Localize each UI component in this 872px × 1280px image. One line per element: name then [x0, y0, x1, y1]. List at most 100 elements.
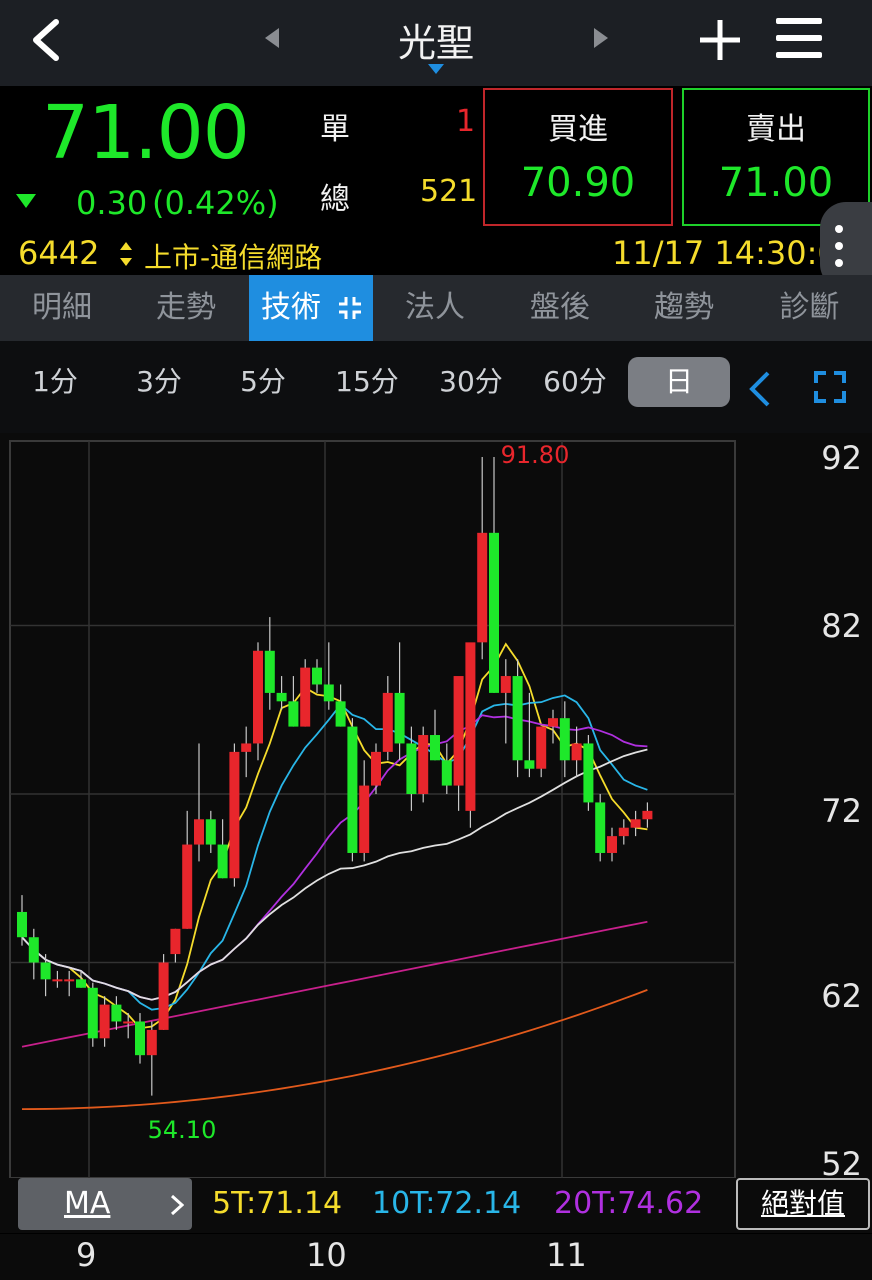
candle-body: [512, 676, 523, 761]
candle-body: [430, 735, 440, 761]
y-tick-label: 62: [821, 977, 862, 1015]
chevron-right-icon: [170, 1194, 184, 1216]
period-1min[interactable]: 1分: [10, 341, 100, 423]
sell-label: 賣出: [746, 112, 806, 147]
x-label-month-11: 11: [546, 1236, 587, 1274]
candle-body: [559, 718, 570, 761]
period-day[interactable]: 日: [628, 357, 730, 407]
high-price-label: 91.80: [501, 441, 570, 469]
total-volume-value: 521: [420, 174, 478, 209]
period-30min[interactable]: 30分: [426, 341, 516, 423]
y-tick-label: 82: [821, 607, 862, 645]
triangle-right-icon[interactable]: [592, 28, 608, 48]
candle-body: [241, 743, 252, 752]
chevron-left-icon[interactable]: [748, 371, 772, 407]
more-vertical-icon[interactable]: [834, 224, 844, 268]
y-tick-label: 72: [821, 792, 862, 830]
candle-body: [382, 692, 393, 752]
top-bar: 光聖: [0, 0, 872, 86]
tab-diagnosis[interactable]: 診斷: [747, 275, 872, 341]
price-change-pct: (0.42%): [152, 184, 279, 222]
ma-button[interactable]: MA: [18, 1178, 192, 1230]
candle-body: [135, 1021, 145, 1056]
tab-trend[interactable]: 走勢: [124, 275, 248, 341]
candle-body: [253, 650, 263, 744]
settings-grid-icon[interactable]: [337, 295, 363, 321]
candlesticks: [17, 457, 653, 1096]
candle-body: [477, 532, 488, 643]
candle-body: [406, 743, 417, 794]
single-volume-value: 1: [456, 104, 476, 139]
down-arrow-icon: [16, 194, 36, 208]
candle-body: [158, 962, 169, 1030]
candle-body: [630, 819, 641, 828]
tab-tendency[interactable]: 趨勢: [622, 275, 746, 341]
tab-after-hours[interactable]: 盤後: [498, 275, 622, 341]
candle-body: [489, 532, 499, 693]
tab-institutional[interactable]: 法人: [373, 275, 497, 341]
last-price: 71.00: [42, 90, 250, 176]
candle-body: [194, 819, 204, 845]
ma10-value: 10T:72.14: [372, 1186, 522, 1221]
candle-body: [441, 760, 452, 786]
candle-body: [264, 650, 275, 693]
candle-body: [229, 751, 240, 879]
plus-icon[interactable]: [698, 18, 742, 62]
period-bar: 1分 3分 5分 15分 30分 60分 日: [0, 341, 872, 433]
ma-button-label: MA: [64, 1186, 111, 1221]
tab-technical[interactable]: 技術: [249, 275, 373, 341]
candle-body: [607, 836, 617, 853]
buy-button[interactable]: 買進 70.90: [483, 88, 673, 226]
ma5-line: [21, 642, 648, 1030]
ma20-line: [21, 714, 648, 1001]
candle-body: [595, 802, 606, 853]
candle-body: [394, 692, 405, 744]
x-label-month-10: 10: [306, 1236, 347, 1274]
period-3min[interactable]: 3分: [114, 341, 204, 423]
candle-body: [76, 979, 86, 988]
buy-label: 買進: [548, 112, 608, 147]
ma5-value: 5T:71.14: [212, 1186, 343, 1221]
candle-body: [64, 979, 75, 982]
candle-body: [465, 642, 476, 811]
candle-body: [205, 819, 216, 845]
period-60min[interactable]: 60分: [530, 341, 620, 423]
candle-body: [583, 743, 594, 803]
sort-arrows-icon[interactable]: [120, 242, 132, 266]
ma-indicator-bar: MA 5T:71.14 10T:72.14 20T:74.62 絕對值: [0, 1178, 872, 1234]
chart-grid: [9, 440, 736, 1179]
candle-body: [300, 667, 311, 727]
candle-body: [182, 844, 193, 929]
ma20-value: 20T:74.62: [554, 1186, 704, 1221]
candle-body: [453, 676, 464, 786]
candle-body: [123, 1021, 134, 1024]
fullscreen-icon[interactable]: [814, 371, 846, 403]
candle-body: [276, 692, 287, 702]
chart-area[interactable]: 92 82 72 62 52 91.80 54.10: [0, 433, 872, 1233]
candle-body: [642, 810, 653, 820]
tab-detail[interactable]: 明細: [0, 275, 124, 341]
candlestick-chart[interactable]: 92 82 72 62 52 91.80 54.10: [0, 433, 872, 1183]
y-tick-label: 52: [821, 1145, 862, 1178]
candle-body: [548, 718, 558, 727]
candle-body: [17, 911, 27, 938]
candle-body: [111, 1004, 122, 1022]
candle-body: [40, 962, 51, 980]
quote-panel: 71.00 0.30 (0.42%) 單 1 總 521 買進 70.90 賣出…: [0, 86, 872, 290]
absolute-value-button[interactable]: 絕對值: [736, 1178, 870, 1230]
y-tick-label: 92: [821, 439, 862, 477]
candle-body: [312, 667, 322, 685]
x-label-month-9: 9: [76, 1236, 97, 1274]
candle-body: [323, 684, 334, 702]
market-category: 上市-通信網路: [144, 241, 323, 274]
period-15min[interactable]: 15分: [322, 341, 412, 423]
stock-code[interactable]: 6442: [18, 234, 99, 272]
single-volume-label: 單: [320, 112, 350, 147]
candle-body: [536, 726, 547, 769]
candle-body: [359, 785, 370, 853]
hamburger-icon[interactable]: [776, 18, 822, 58]
dropdown-indicator-icon[interactable]: [428, 64, 444, 74]
low-price-label: 54.10: [148, 1116, 217, 1144]
sell-price: 71.00: [718, 160, 834, 206]
period-5min[interactable]: 5分: [218, 341, 308, 423]
